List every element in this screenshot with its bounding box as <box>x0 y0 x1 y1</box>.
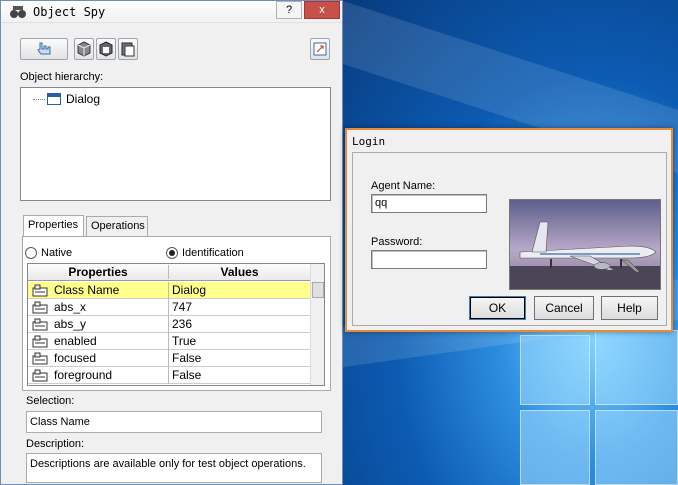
property-icon <box>32 318 48 331</box>
property-icon <box>32 335 48 348</box>
property-value: 236 <box>172 317 193 331</box>
radio-identification-indicator[interactable] <box>166 247 178 259</box>
property-value: False <box>172 368 202 382</box>
description-field[interactable]: Descriptions are available only for test… <box>26 453 322 483</box>
login-client-area: Agent Name: qq Password: OK Cancel Help <box>352 152 667 326</box>
property-icon <box>32 352 48 365</box>
object-hierarchy-label: Object hierarchy: <box>20 71 104 83</box>
password-input[interactable] <box>371 250 487 269</box>
object-cube-doc-icon <box>121 42 135 57</box>
object-cube-icon <box>77 41 91 57</box>
copy-identification-button[interactable] <box>118 38 138 60</box>
property-value: 747 <box>172 300 193 314</box>
cancel-button[interactable]: Cancel <box>534 296 594 320</box>
password-label: Password: <box>371 236 423 248</box>
radio-identification-label: Identification <box>182 247 244 259</box>
point-and-click-button[interactable] <box>20 38 68 60</box>
help-caption-button[interactable]: ? <box>276 1 302 19</box>
agent-name-input[interactable]: qq <box>371 194 487 213</box>
keep-on-top-button[interactable] <box>310 38 330 60</box>
property-icon <box>32 301 48 314</box>
highlight-object-button[interactable] <box>74 38 94 60</box>
column-header-values[interactable]: Values <box>168 265 310 279</box>
object-hierarchy-tree[interactable]: Dialog <box>20 87 331 201</box>
description-label: Description: <box>26 438 85 450</box>
table-row[interactable]: focused False <box>28 350 310 367</box>
grid-header: Properties Values <box>28 264 310 281</box>
table-row[interactable]: foreground False <box>28 367 310 384</box>
property-name: abs_x <box>54 300 87 314</box>
tree-node-label: Dialog <box>66 92 101 106</box>
property-value: True <box>172 334 197 348</box>
close-caption-button[interactable]: x <box>304 1 340 19</box>
properties-grid[interactable]: Properties Values Class Name Dialog abs_… <box>27 263 325 386</box>
agent-name-label: Agent Name: <box>371 180 436 192</box>
property-value: False <box>172 351 202 365</box>
object-spy-window: Object Spy ? x Object hierarchy: Dialog <box>0 0 343 485</box>
window-title: Object Spy <box>33 5 106 19</box>
table-row[interactable]: Class Name Dialog <box>28 282 310 299</box>
scrollbar-thumb[interactable] <box>312 282 324 298</box>
selection-field[interactable]: Class Name <box>26 411 322 433</box>
table-row[interactable]: abs_x 747 <box>28 299 310 316</box>
table-row[interactable]: enabled True <box>28 333 310 350</box>
column-header-properties[interactable]: Properties <box>28 265 168 279</box>
property-name: focused <box>54 351 97 365</box>
radio-native-indicator[interactable] <box>25 247 37 259</box>
hand-pointer-icon <box>37 42 51 55</box>
table-row[interactable]: abs_y 236 <box>28 316 310 333</box>
help-button[interactable]: Help <box>601 296 658 320</box>
property-name: foreground <box>54 368 113 382</box>
dialog-node-icon <box>47 93 61 105</box>
grid-scrollbar[interactable] <box>310 264 324 385</box>
property-name: Class Name <box>54 283 120 297</box>
login-title: Login <box>352 135 386 148</box>
property-name: abs_y <box>54 317 87 331</box>
tab-operations[interactable]: Operations <box>86 216 148 236</box>
property-value: Dialog <box>172 283 207 297</box>
property-icon <box>32 369 48 382</box>
title-bar[interactable]: Object Spy ? x <box>1 1 342 23</box>
property-name: enabled <box>54 334 97 348</box>
selection-label: Selection: <box>26 395 75 407</box>
property-icon <box>32 284 48 297</box>
login-dialog: Login Agent Name: qq Password: OK Cancel… <box>345 128 673 332</box>
airplane-image <box>509 199 661 290</box>
pin-window-icon <box>313 42 327 56</box>
ok-button[interactable]: OK <box>469 296 526 320</box>
tab-properties[interactable]: Properties <box>23 215 84 237</box>
tree-node-dialog[interactable]: Dialog <box>33 91 100 107</box>
spy-glasses-icon <box>10 6 26 18</box>
add-to-repository-button[interactable] <box>96 38 116 60</box>
radio-identification[interactable]: Identification <box>166 247 244 259</box>
radio-native[interactable]: Native <box>25 247 72 259</box>
radio-native-label: Native <box>41 247 73 259</box>
object-cube-plus-icon <box>99 41 113 57</box>
